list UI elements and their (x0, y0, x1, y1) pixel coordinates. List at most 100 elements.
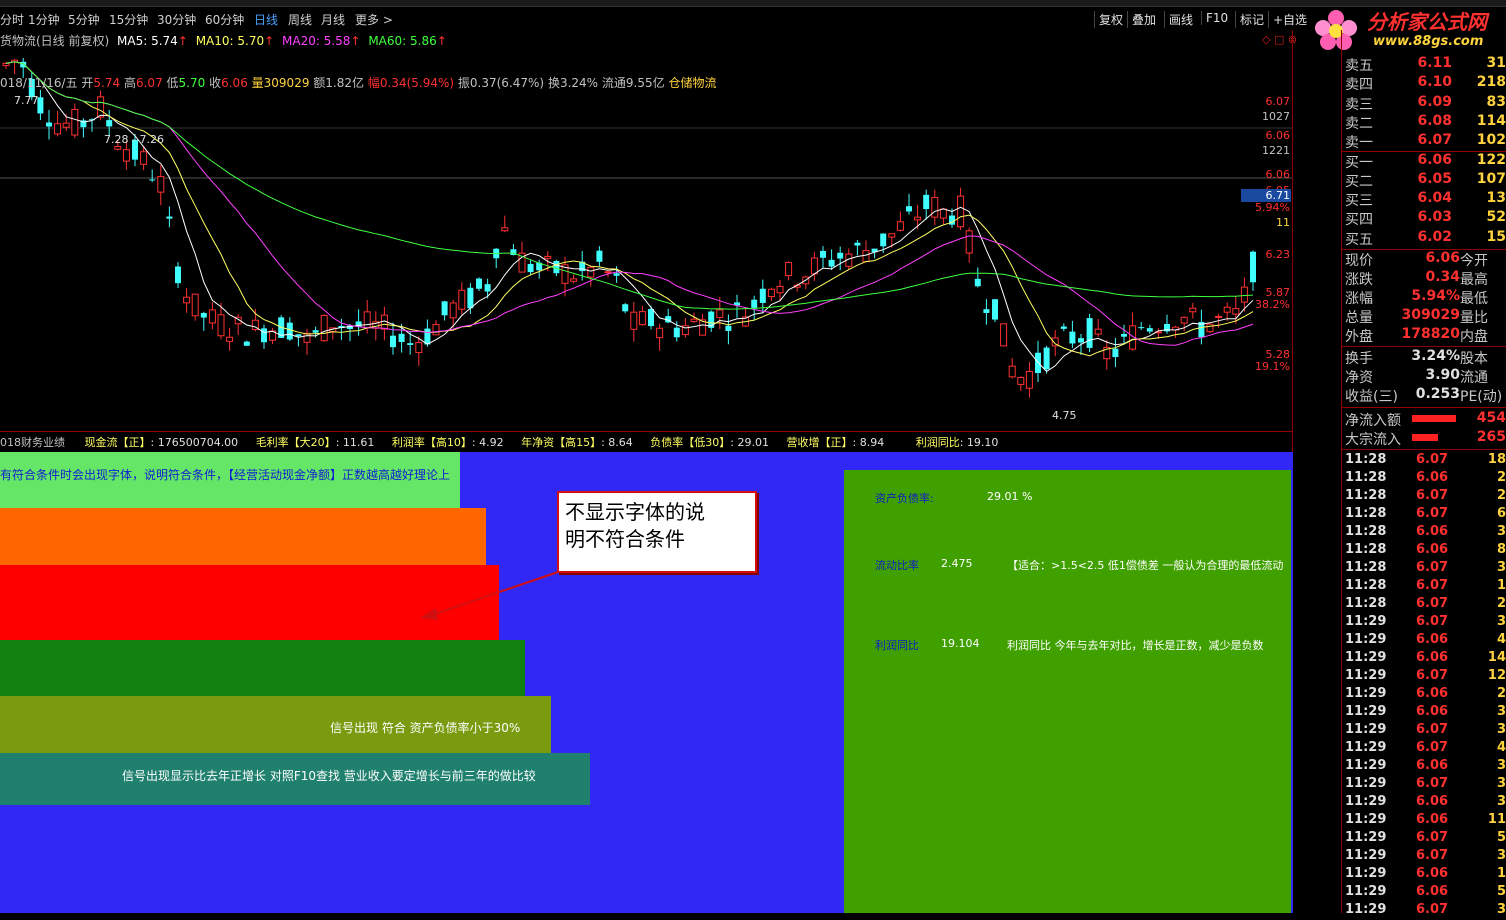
order-price: 6.03 (1417, 209, 1452, 226)
order-book-row[interactable]: 卖二 6.08 114 (1342, 113, 1506, 132)
tick-row: 11:29 6.07 3 (1342, 614, 1506, 632)
order-book-row[interactable]: 买五 6.02 15 (1342, 229, 1506, 248)
tick-row: 11:29 6.06 5 (1342, 884, 1506, 902)
order-volume: 13 (1486, 190, 1506, 207)
order-price: 6.09 (1417, 93, 1452, 110)
tick-row: 11:29 6.07 5 (1342, 830, 1506, 848)
order-volume: 52 (1486, 209, 1506, 226)
order-price: 6.04 (1417, 190, 1452, 207)
order-label: 卖四 (1345, 77, 1373, 94)
quote-row: 涨幅 5.94% 最低 (1342, 288, 1506, 307)
order-book-row[interactable]: 卖五 6.11 31 (1342, 55, 1506, 74)
tick-price: 6.06 (1416, 542, 1449, 557)
order-price: 6.07 (1417, 132, 1452, 149)
tick-volume: 5 (1496, 830, 1506, 845)
order-book-row[interactable]: 卖四 6.10 218 (1342, 74, 1506, 93)
tick-price: 6.06 (1416, 524, 1449, 539)
tick-time: 11:28 (1345, 596, 1387, 611)
order-book-row[interactable]: 买一 6.06 122 (1342, 152, 1506, 171)
tick-time: 11:28 (1345, 488, 1387, 503)
tick-time: 11:29 (1345, 848, 1387, 863)
tick-price: 6.06 (1416, 650, 1449, 665)
flow-row: 净流入额 454 (1342, 410, 1506, 429)
tick-volume: 2 (1496, 596, 1506, 611)
tick-price: 6.07 (1416, 902, 1449, 917)
order-label: 买二 (1345, 173, 1373, 190)
tick-time: 11:29 (1345, 722, 1387, 737)
tick-volume: 3 (1496, 722, 1506, 737)
tick-time: 11:29 (1345, 668, 1387, 683)
tick-time: 11:28 (1345, 524, 1387, 539)
tick-volume: 2 (1496, 470, 1506, 485)
order-volume: 107 (1476, 170, 1506, 187)
quote-row: 外盘 178820 内盘 (1342, 326, 1506, 345)
flow-row: 大宗流入 265 (1342, 429, 1506, 448)
order-price: 6.05 (1417, 170, 1452, 187)
tick-time: 11:29 (1345, 632, 1387, 647)
quote-panel: 卖五 6.11 31 卖四 6.10 218 卖三 6.09 83 卖二 6.08 114 卖一 6.07… (1342, 55, 1506, 917)
quote-value: 309029 (1401, 307, 1460, 323)
tick-row: 11:29 6.07 4 (1342, 740, 1506, 758)
order-volume: 102 (1476, 132, 1506, 149)
order-price: 6.11 (1417, 55, 1452, 71)
order-book-row[interactable]: 买三 6.04 13 (1342, 190, 1506, 209)
tick-time: 11:28 (1345, 560, 1387, 575)
flow-value: 265 (1476, 429, 1506, 445)
quote-row: 现价 6.06 今开 (1342, 250, 1506, 269)
quote-row-2: 换手 3.24% 股本 (1342, 348, 1506, 367)
order-volume: 31 (1486, 55, 1506, 71)
tick-price: 6.07 (1416, 488, 1449, 503)
tick-time: 11:28 (1345, 542, 1387, 557)
tick-volume: 6 (1496, 506, 1506, 521)
tick-row: 11:29 6.07 3 (1342, 902, 1506, 920)
tick-volume: 12 (1487, 668, 1506, 683)
quote-row: 涨跌 0.34 最高 (1342, 269, 1506, 288)
tick-volume: 3 (1496, 560, 1506, 575)
order-book-row[interactable]: 卖一 6.07 102 (1342, 132, 1506, 151)
callout-line-2: 明不符合条件 (565, 527, 685, 551)
tick-time: 11:29 (1345, 614, 1387, 629)
logo-url: www.88gs.com (1373, 34, 1484, 49)
tick-price: 6.07 (1416, 578, 1449, 593)
order-label: 买四 (1345, 212, 1373, 229)
tick-volume: 1 (1496, 578, 1506, 593)
tick-volume: 3 (1496, 794, 1506, 809)
callout-arrow-icon (420, 571, 559, 620)
tick-time: 11:29 (1345, 704, 1387, 719)
order-label: 卖一 (1345, 135, 1373, 152)
tick-row: 11:28 6.07 18 (1342, 452, 1506, 470)
tick-price: 6.06 (1416, 884, 1449, 899)
tick-row: 11:29 6.07 3 (1342, 776, 1506, 794)
tick-row: 11:28 6.07 1 (1342, 578, 1506, 596)
tick-row: 11:28 6.07 3 (1342, 560, 1506, 578)
order-book-row[interactable]: 卖三 6.09 83 (1342, 94, 1506, 113)
quote-label: 外盘 (1345, 329, 1373, 345)
tick-time: 11:29 (1345, 776, 1387, 791)
logo-title: 分析家公式网 (1367, 10, 1487, 34)
order-price: 6.06 (1417, 151, 1452, 168)
tick-time: 11:28 (1345, 470, 1387, 485)
tick-price: 6.07 (1416, 596, 1449, 611)
tick-row: 11:29 6.07 12 (1342, 668, 1506, 686)
order-label: 卖三 (1345, 96, 1373, 113)
order-book-row[interactable]: 买二 6.05 107 (1342, 171, 1506, 190)
flow-label: 大宗流入 (1345, 432, 1401, 448)
tick-time: 11:29 (1345, 650, 1387, 665)
quote-row-2: 收益(三) 0.253 PE(动) (1342, 386, 1506, 405)
order-book-row[interactable]: 买四 6.03 52 (1342, 209, 1506, 228)
order-volume: 218 (1476, 74, 1506, 91)
tick-row: 11:29 6.06 11 (1342, 812, 1506, 830)
tick-volume: 2 (1496, 488, 1506, 503)
quote-row: 总量 309029 量比 (1342, 307, 1506, 326)
tick-price: 6.06 (1416, 758, 1449, 773)
tick-row: 11:29 6.06 2 (1342, 686, 1506, 704)
tick-volume: 3 (1496, 758, 1506, 773)
tick-time: 11:29 (1345, 866, 1387, 881)
quote2-label-2: PE(动) (1460, 389, 1503, 405)
quote2-label-2: 流通 (1460, 370, 1488, 386)
tick-time: 11:29 (1345, 740, 1387, 755)
tick-volume: 4 (1496, 740, 1506, 755)
quote-value: 5.94% (1411, 288, 1460, 304)
tick-price: 6.06 (1416, 704, 1449, 719)
tick-price: 6.06 (1416, 866, 1449, 881)
